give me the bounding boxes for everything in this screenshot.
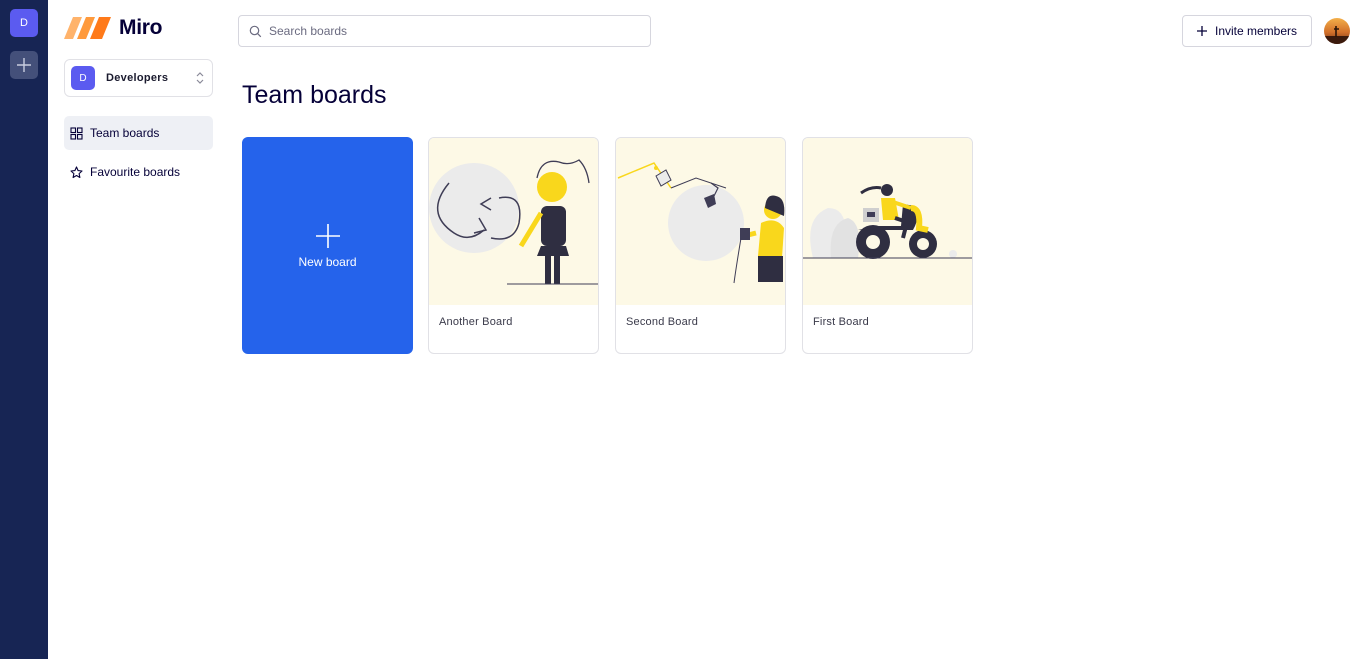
team-name: Developers: [106, 72, 169, 84]
rail-team-avatar[interactable]: D: [10, 9, 38, 37]
search-input[interactable]: [269, 24, 639, 38]
chevron-up-down-icon: [196, 72, 204, 84]
board-illustration-icon: [429, 159, 598, 285]
board-thumbnail: [616, 138, 785, 305]
search-box[interactable]: [238, 15, 651, 47]
plus-icon: [1196, 26, 1207, 36]
board-name: Second Board: [626, 316, 699, 328]
board-name: Another Board: [439, 316, 513, 328]
grid-icon: [70, 126, 83, 140]
star-icon: [70, 165, 83, 178]
rail-add-team-button[interactable]: [10, 51, 38, 79]
user-avatar[interactable]: [1324, 18, 1350, 44]
nav-item-label: Favourite boards: [90, 165, 181, 179]
avatar-image-icon: [1324, 18, 1350, 44]
search-icon: [249, 25, 262, 37]
board-thumbnail: [803, 138, 972, 305]
new-board-card[interactable]: New board: [242, 137, 413, 354]
board-illustration-icon: [617, 162, 785, 284]
new-board-label: New board: [298, 254, 357, 269]
nav-favourite-boards[interactable]: Favourite boards: [64, 155, 213, 189]
workspace-rail: D: [0, 0, 48, 659]
board-card[interactable]: First Board: [802, 137, 973, 354]
board-name: First Board: [813, 316, 869, 328]
board-card[interactable]: Another Board: [428, 137, 599, 354]
app-logo[interactable]: Miro: [64, 16, 162, 40]
plus-icon: [17, 58, 31, 72]
plus-icon: [315, 223, 340, 248]
board-thumbnail: [429, 138, 598, 305]
team-avatar: D: [71, 66, 95, 90]
page-title: Team boards: [242, 81, 387, 109]
miro-logo-icon: [64, 17, 111, 39]
board-card[interactable]: Second Board: [615, 137, 786, 354]
invite-members-button[interactable]: Invite members: [1182, 15, 1312, 47]
team-switcher[interactable]: D Developers: [64, 59, 213, 97]
nav-team-boards[interactable]: Team boards: [64, 116, 213, 150]
app-title: Miro: [119, 16, 163, 39]
nav-item-label: Team boards: [90, 126, 160, 140]
invite-members-label: Invite members: [1214, 24, 1298, 38]
board-illustration-icon: [803, 184, 972, 259]
